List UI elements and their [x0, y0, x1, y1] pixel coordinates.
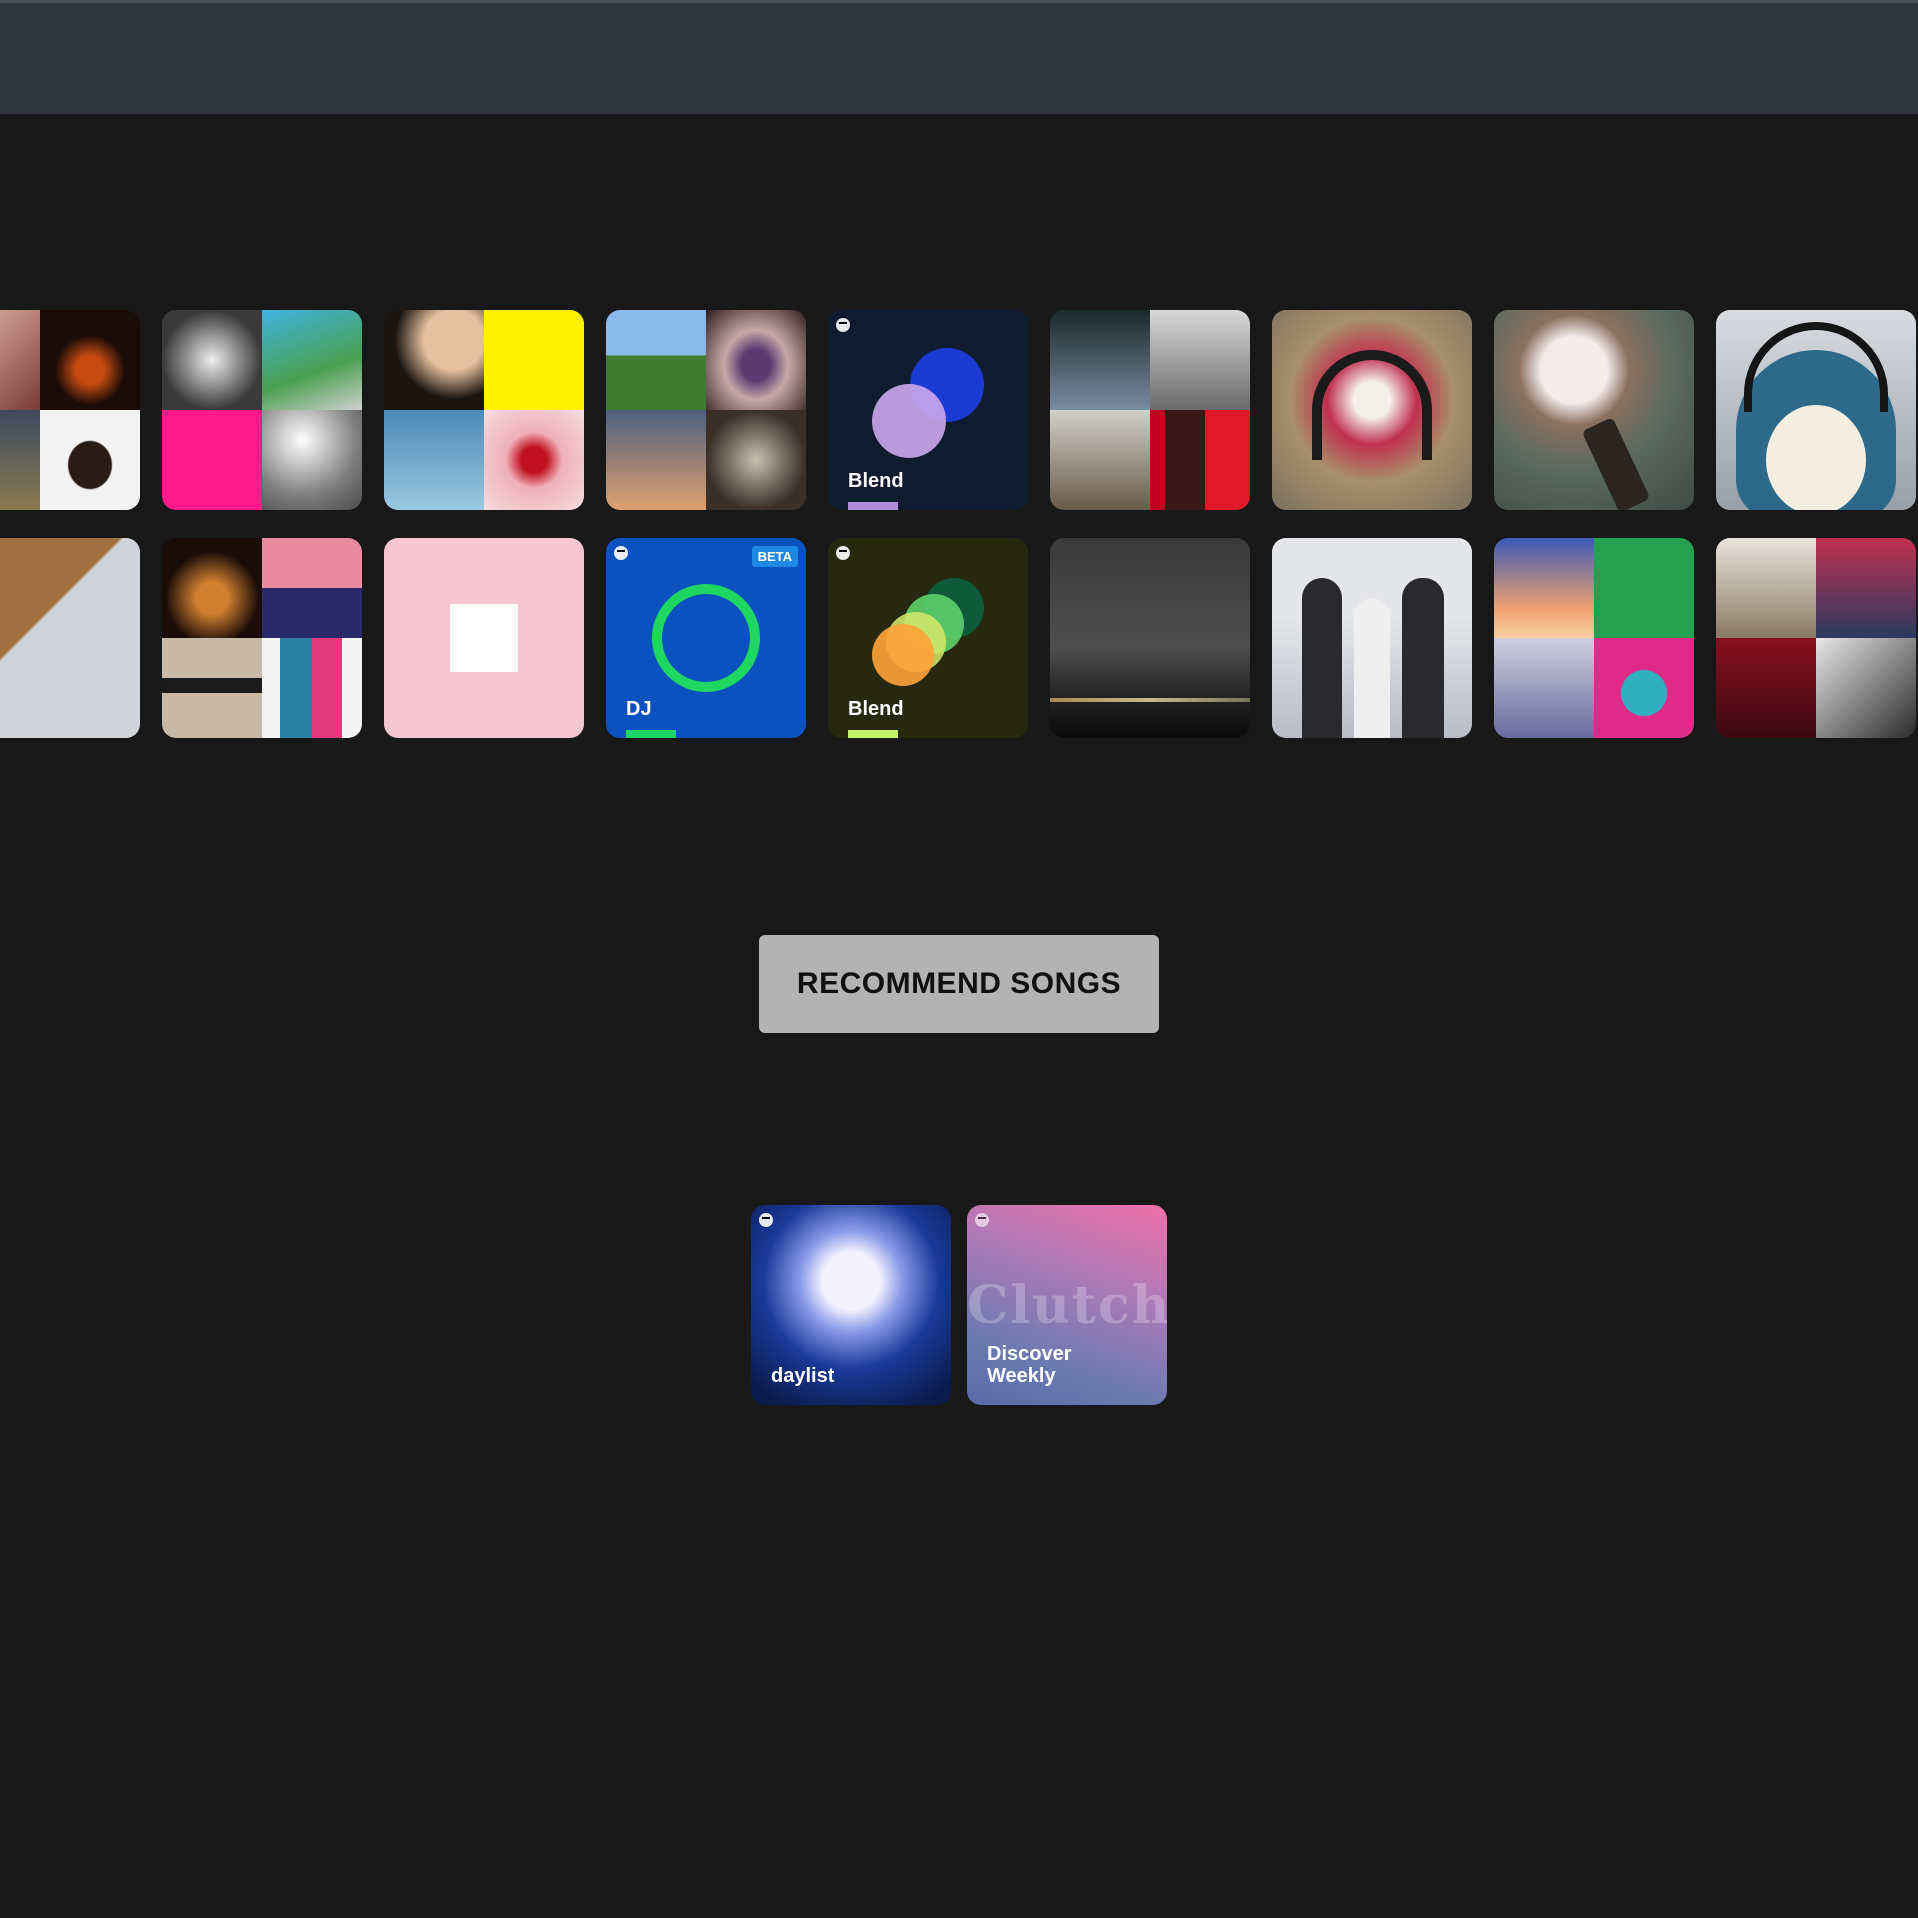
discover-weekly-tile[interactable]: Clutch Discover Weekly [967, 1205, 1167, 1405]
playlist-tile[interactable] [1494, 538, 1694, 738]
playlist-tile[interactable] [1494, 310, 1694, 510]
playlist-tile[interactable] [1272, 310, 1472, 510]
playlist-tile[interactable] [0, 538, 140, 738]
playlist-tile[interactable] [606, 310, 806, 510]
tile-label-line: Weekly [987, 1365, 1056, 1387]
spotify-icon [836, 546, 850, 560]
blend-playlist-tile[interactable]: Blend [828, 310, 1028, 510]
accent-bar [626, 730, 676, 738]
spotify-icon [759, 1213, 773, 1227]
playlist-tile[interactable] [0, 310, 140, 510]
tile-label: DJ [626, 698, 652, 720]
cover-art-text: Clutch [967, 1275, 1167, 1336]
daylist-tile[interactable]: daylist [751, 1205, 951, 1405]
playlist-tile[interactable] [384, 310, 584, 510]
tile-label: Blend [848, 470, 904, 492]
recommend-songs-button[interactable]: RECOMMEND SONGS [759, 935, 1159, 1033]
playlist-tile[interactable] [1050, 538, 1250, 738]
playlist-tile[interactable] [1716, 538, 1916, 738]
spotify-icon [975, 1213, 989, 1227]
dj-playlist-tile[interactable]: BETA DJ [606, 538, 806, 738]
tile-label: Discover Weekly [987, 1343, 1072, 1387]
tile-label-line: Discover [987, 1343, 1072, 1365]
spotify-icon [836, 318, 850, 332]
playlist-tile[interactable] [162, 310, 362, 510]
top-bar [0, 0, 1918, 114]
beta-badge: BETA [751, 546, 798, 567]
playlist-tile[interactable] [1716, 310, 1916, 510]
playlist-tile[interactable] [384, 538, 584, 738]
tile-label: daylist [771, 1365, 835, 1387]
tile-label: Blend [848, 698, 904, 720]
playlist-tile[interactable] [1272, 538, 1472, 738]
spotify-icon [614, 546, 628, 560]
accent-bar [848, 730, 898, 738]
playlist-tile[interactable] [1050, 310, 1250, 510]
blend-playlist-tile[interactable]: Blend [828, 538, 1028, 738]
accent-bar [848, 502, 898, 510]
playlist-tile[interactable] [162, 538, 362, 738]
